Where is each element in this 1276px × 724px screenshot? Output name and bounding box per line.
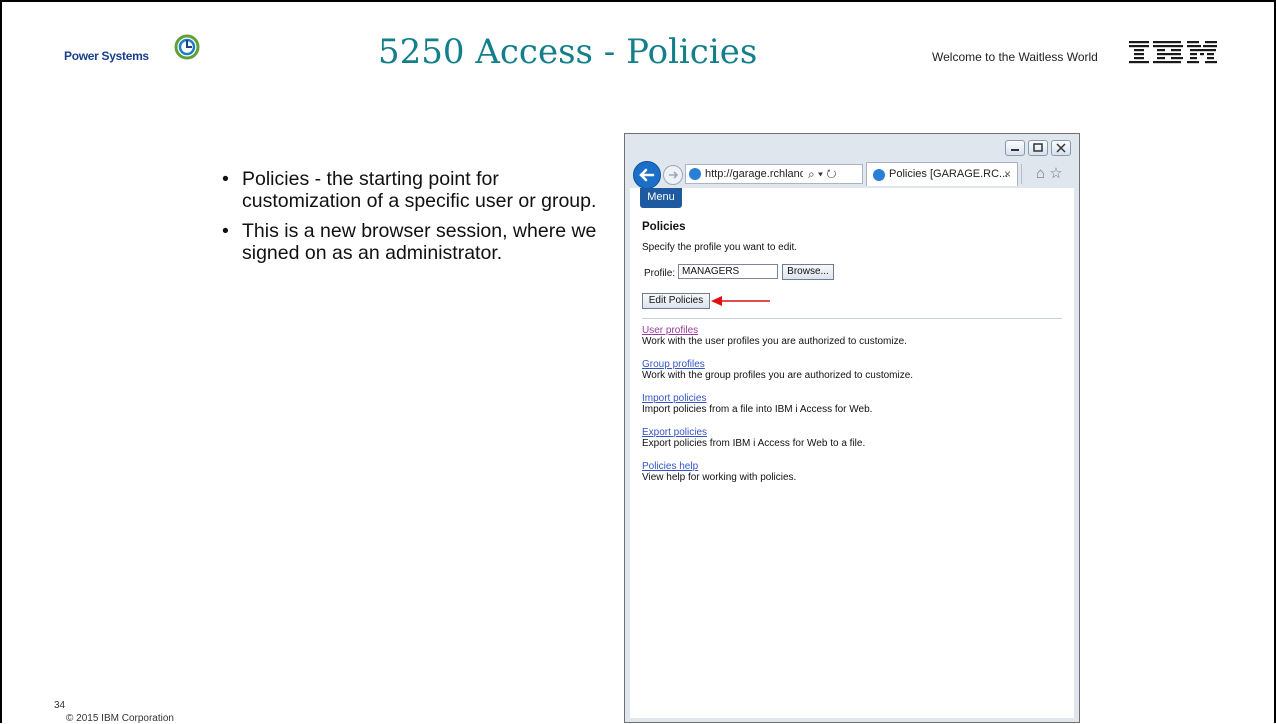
address-bar[interactable]: http://garage.rchland. ⌕ ▾ ↻: [685, 164, 863, 184]
bullet-list: • Policies - the starting point for custo…: [220, 168, 600, 272]
link-description: Import policies from a file into IBM i A…: [642, 404, 873, 415]
export-policies-link[interactable]: Export policies: [642, 427, 865, 438]
forward-arrow-icon: [669, 171, 679, 179]
profile-input[interactable]: MANAGERS: [678, 264, 778, 279]
star-icon[interactable]: ☆: [1049, 165, 1062, 182]
list-item: Export policies Export policies from IBM…: [642, 427, 865, 449]
back-arrow-icon: [639, 168, 655, 182]
menu-button[interactable]: Menu: [640, 188, 682, 208]
tab-label: Policies [GARAGE.RC...: [889, 168, 1009, 180]
browser-navbar: http://garage.rchland. ⌕ ▾ ↻ Policies [G…: [631, 161, 1077, 189]
minimize-icon: [1011, 149, 1019, 151]
copyright: © 2015 IBM Corporation: [66, 713, 174, 724]
bullet-dot-icon: •: [222, 220, 229, 242]
maximize-button[interactable]: [1028, 140, 1048, 156]
home-favorites-icons: ⌂ ☆: [1036, 164, 1063, 182]
close-button[interactable]: [1051, 140, 1071, 156]
browse-button[interactable]: Browse...: [782, 264, 834, 280]
list-item: Group profiles Work with the group profi…: [642, 359, 913, 381]
page-number: 34: [54, 700, 66, 711]
divider: [642, 318, 1062, 319]
power-systems-logo-icon: [174, 34, 200, 60]
bullet-item: • Policies - the starting point for custo…: [220, 168, 600, 212]
list-item: Import policies Import policies from a f…: [642, 393, 872, 415]
window-controls: [1005, 140, 1071, 156]
page-content: Menu Policies Specify the profile you wa…: [630, 188, 1074, 718]
maximize-icon: [1033, 143, 1043, 152]
search-refresh-icon[interactable]: ⌕ ▾ ↻: [808, 167, 837, 182]
browser-tab[interactable]: Policies [GARAGE.RC... ×: [866, 162, 1018, 186]
address-url: http://garage.rchland.: [705, 168, 803, 180]
link-description: Work with the user profiles you are auth…: [642, 336, 907, 347]
list-item: User profiles Work with the user profile…: [642, 325, 907, 347]
import-policies-link[interactable]: Import policies: [642, 393, 872, 404]
edit-policies-button[interactable]: Edit Policies: [642, 293, 710, 309]
link-description: Export policies from IBM i Access for We…: [642, 438, 866, 449]
instruction-text: Specify the profile you want to edit.: [642, 242, 798, 253]
ibm-logo-icon: [1129, 41, 1217, 64]
bullet-text: Policies - the starting point for custom…: [242, 168, 597, 212]
site-icon: [689, 168, 701, 180]
user-profiles-link[interactable]: User profiles: [642, 325, 907, 336]
slide-title: 5250 Access - Policies: [378, 32, 758, 72]
tab-site-icon: [873, 169, 885, 181]
list-item: Policies help View help for working with…: [642, 461, 796, 483]
back-button[interactable]: [633, 161, 661, 189]
home-icon[interactable]: ⌂: [1036, 165, 1045, 182]
profile-label: Profile:: [644, 268, 676, 279]
bullet-dot-icon: •: [222, 168, 229, 190]
tab-close-icon[interactable]: ×: [1004, 167, 1011, 181]
link-description: Work with the group profiles you are aut…: [642, 370, 914, 381]
link-description: View help for working with policies.: [642, 472, 797, 483]
annotation-arrow-icon: [711, 296, 770, 306]
power-systems-brand: Power Systems: [64, 49, 149, 63]
slide: Power Systems 5250 Access - Policies Wel…: [0, 0, 1276, 724]
close-icon: [1056, 143, 1066, 153]
policies-help-link[interactable]: Policies help: [642, 461, 796, 472]
bullet-item: • This is a new browser session, where we…: [220, 220, 600, 264]
forward-button[interactable]: [663, 165, 683, 185]
browser-window: http://garage.rchland. ⌕ ▾ ↻ Policies [G…: [624, 133, 1080, 723]
bullet-text: This is a new browser session, where we …: [242, 220, 597, 264]
minimize-button[interactable]: [1005, 140, 1025, 156]
page-title: Policies: [642, 221, 686, 233]
group-profiles-link[interactable]: Group profiles: [642, 359, 913, 370]
tagline: Welcome to the Waitless World: [932, 50, 1098, 64]
